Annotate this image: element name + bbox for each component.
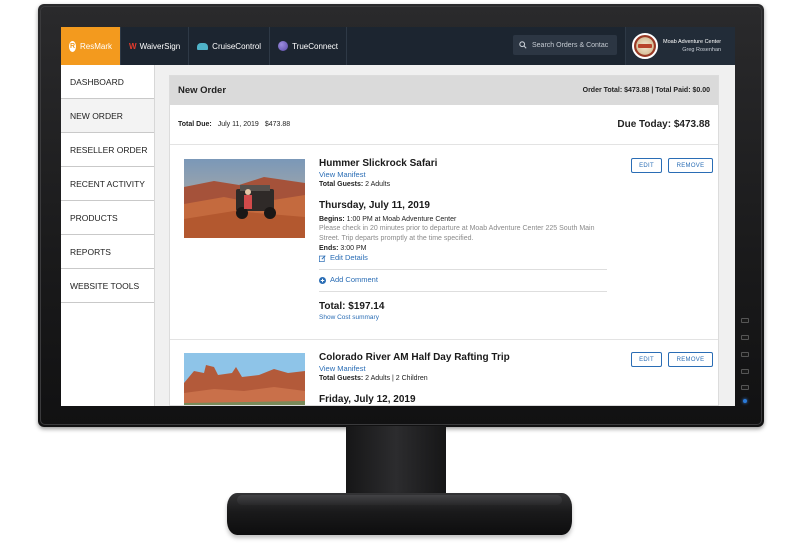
- total-due-label: Total Due:: [178, 121, 212, 128]
- remove-button[interactable]: REMOVE: [668, 352, 713, 367]
- trip-details: Hummer Slickrock Safari View Manifest To…: [319, 157, 609, 322]
- monitor-button: [741, 385, 749, 390]
- begins-value: 1:00 PM at Moab Adventure Center: [346, 216, 457, 223]
- sidebar-item-website-tools[interactable]: WEBSITE TOOLS: [61, 269, 154, 303]
- edit-button[interactable]: EDIT: [631, 158, 662, 173]
- edit-button[interactable]: EDIT: [631, 352, 662, 367]
- edit-icon: [319, 254, 326, 262]
- search-placeholder: Search Orders & Contac: [532, 41, 609, 49]
- total-due-amount: $473.88: [264, 121, 291, 128]
- edit-details-label: Edit Details: [330, 253, 368, 262]
- sidebar-item-reseller-order[interactable]: RESELLER ORDER: [61, 133, 154, 167]
- power-led: [743, 399, 747, 403]
- account-menu[interactable]: Moab Adventure Center Greg Rosenhan: [625, 27, 735, 65]
- tab-trueconnect[interactable]: TrueConnect: [270, 27, 348, 65]
- order-totals: Order Total: $473.88 | Total Paid: $0.00: [582, 87, 710, 94]
- divider: [319, 269, 607, 270]
- tab-label: WaiverSign: [139, 41, 181, 51]
- order-header: New Order Order Total: $473.88 | Total P…: [170, 76, 718, 105]
- guests-value: 2 Adults: [365, 181, 391, 188]
- sidebar-item-recent-activity[interactable]: RECENT ACTIVITY: [61, 167, 154, 201]
- trip-description: Please check in 20 minutes prior to depa…: [319, 225, 595, 242]
- top-navigation-bar: R ResMark W WaiverSign CruiseControl Tru…: [61, 27, 735, 65]
- company-logo-avatar: [632, 33, 658, 59]
- edit-details-link[interactable]: Edit Details: [319, 253, 609, 263]
- guests-label: Total Guests:: [319, 181, 364, 188]
- order-panel: New Order Order Total: $473.88 | Total P…: [169, 75, 719, 406]
- add-comment-link[interactable]: Add Comment: [319, 275, 609, 285]
- view-manifest-link[interactable]: View Manifest: [319, 170, 609, 180]
- begins-label: Begins:: [319, 216, 345, 223]
- resmark-logo-icon: R: [69, 40, 76, 52]
- remove-button[interactable]: REMOVE: [668, 158, 713, 173]
- total-due-row: Total Due: July 11, 2019 $473.88 Due Tod…: [170, 105, 718, 145]
- tab-label: TrueConnect: [292, 41, 339, 51]
- trip-date: Thursday, July 11, 2019: [319, 200, 430, 211]
- tab-label: CruiseControl: [212, 41, 262, 51]
- sidebar-item-new-order[interactable]: NEW ORDER: [61, 99, 154, 133]
- account-company: Moab Adventure Center: [663, 39, 722, 45]
- guests-label: Total Guests:: [319, 375, 364, 382]
- app-screen: R ResMark W WaiverSign CruiseControl Tru…: [61, 27, 735, 406]
- monitor-button: [741, 335, 749, 340]
- tab-waiversign[interactable]: W WaiverSign: [121, 27, 190, 65]
- trip-details: Colorado River AM Half Day Rafting Trip …: [319, 351, 609, 405]
- add-comment-label: Add Comment: [330, 275, 378, 284]
- sidebar-item-reports[interactable]: REPORTS: [61, 235, 154, 269]
- trip-date: Friday, July 12, 2019: [319, 394, 416, 405]
- trip-total: Total: $197.14: [319, 301, 385, 312]
- trip-photo-hummer: [184, 159, 305, 238]
- trip-photo-rafting: [184, 353, 305, 405]
- trip-name: Colorado River AM Half Day Rafting Trip: [319, 352, 510, 363]
- view-manifest-link[interactable]: View Manifest: [319, 364, 609, 374]
- account-user: Greg Rosenhan: [682, 47, 722, 53]
- due-today: Due Today: $473.88: [617, 119, 710, 130]
- cruisecontrol-logo-icon: [197, 42, 209, 50]
- show-cost-summary-link[interactable]: Show Cost summary: [319, 313, 609, 322]
- plus-circle-icon: [319, 276, 326, 284]
- search-icon: [519, 41, 527, 49]
- total-due-date: July 11, 2019: [217, 121, 259, 128]
- monitor-stand-neck: [346, 426, 446, 496]
- ends-label: Ends:: [319, 245, 339, 252]
- tab-cruisecontrol[interactable]: CruiseControl: [189, 27, 271, 65]
- trip-name: Hummer Slickrock Safari: [319, 158, 438, 169]
- waiversign-logo-icon: W: [129, 41, 137, 51]
- monitor-button: [741, 318, 749, 323]
- monitor-button: [741, 352, 749, 357]
- tab-label: ResMark: [79, 41, 112, 51]
- tab-resmark[interactable]: R ResMark: [61, 27, 121, 65]
- search-input[interactable]: Search Orders & Contac: [513, 35, 617, 55]
- ends-value: 3:00 PM: [340, 245, 367, 252]
- trueconnect-logo-icon: [278, 41, 289, 51]
- sidebar-item-dashboard[interactable]: DASHBOARD: [61, 65, 154, 99]
- guests-value: 2 Adults | 2 Children: [365, 375, 428, 382]
- page-title: New Order: [178, 85, 227, 96]
- trip-separator: [170, 339, 718, 340]
- sidebar: DASHBOARD NEW ORDER RESELLER ORDER RECEN…: [61, 65, 155, 406]
- monitor-button: [741, 369, 749, 374]
- divider: [319, 291, 607, 292]
- sidebar-item-products[interactable]: PRODUCTS: [61, 201, 154, 235]
